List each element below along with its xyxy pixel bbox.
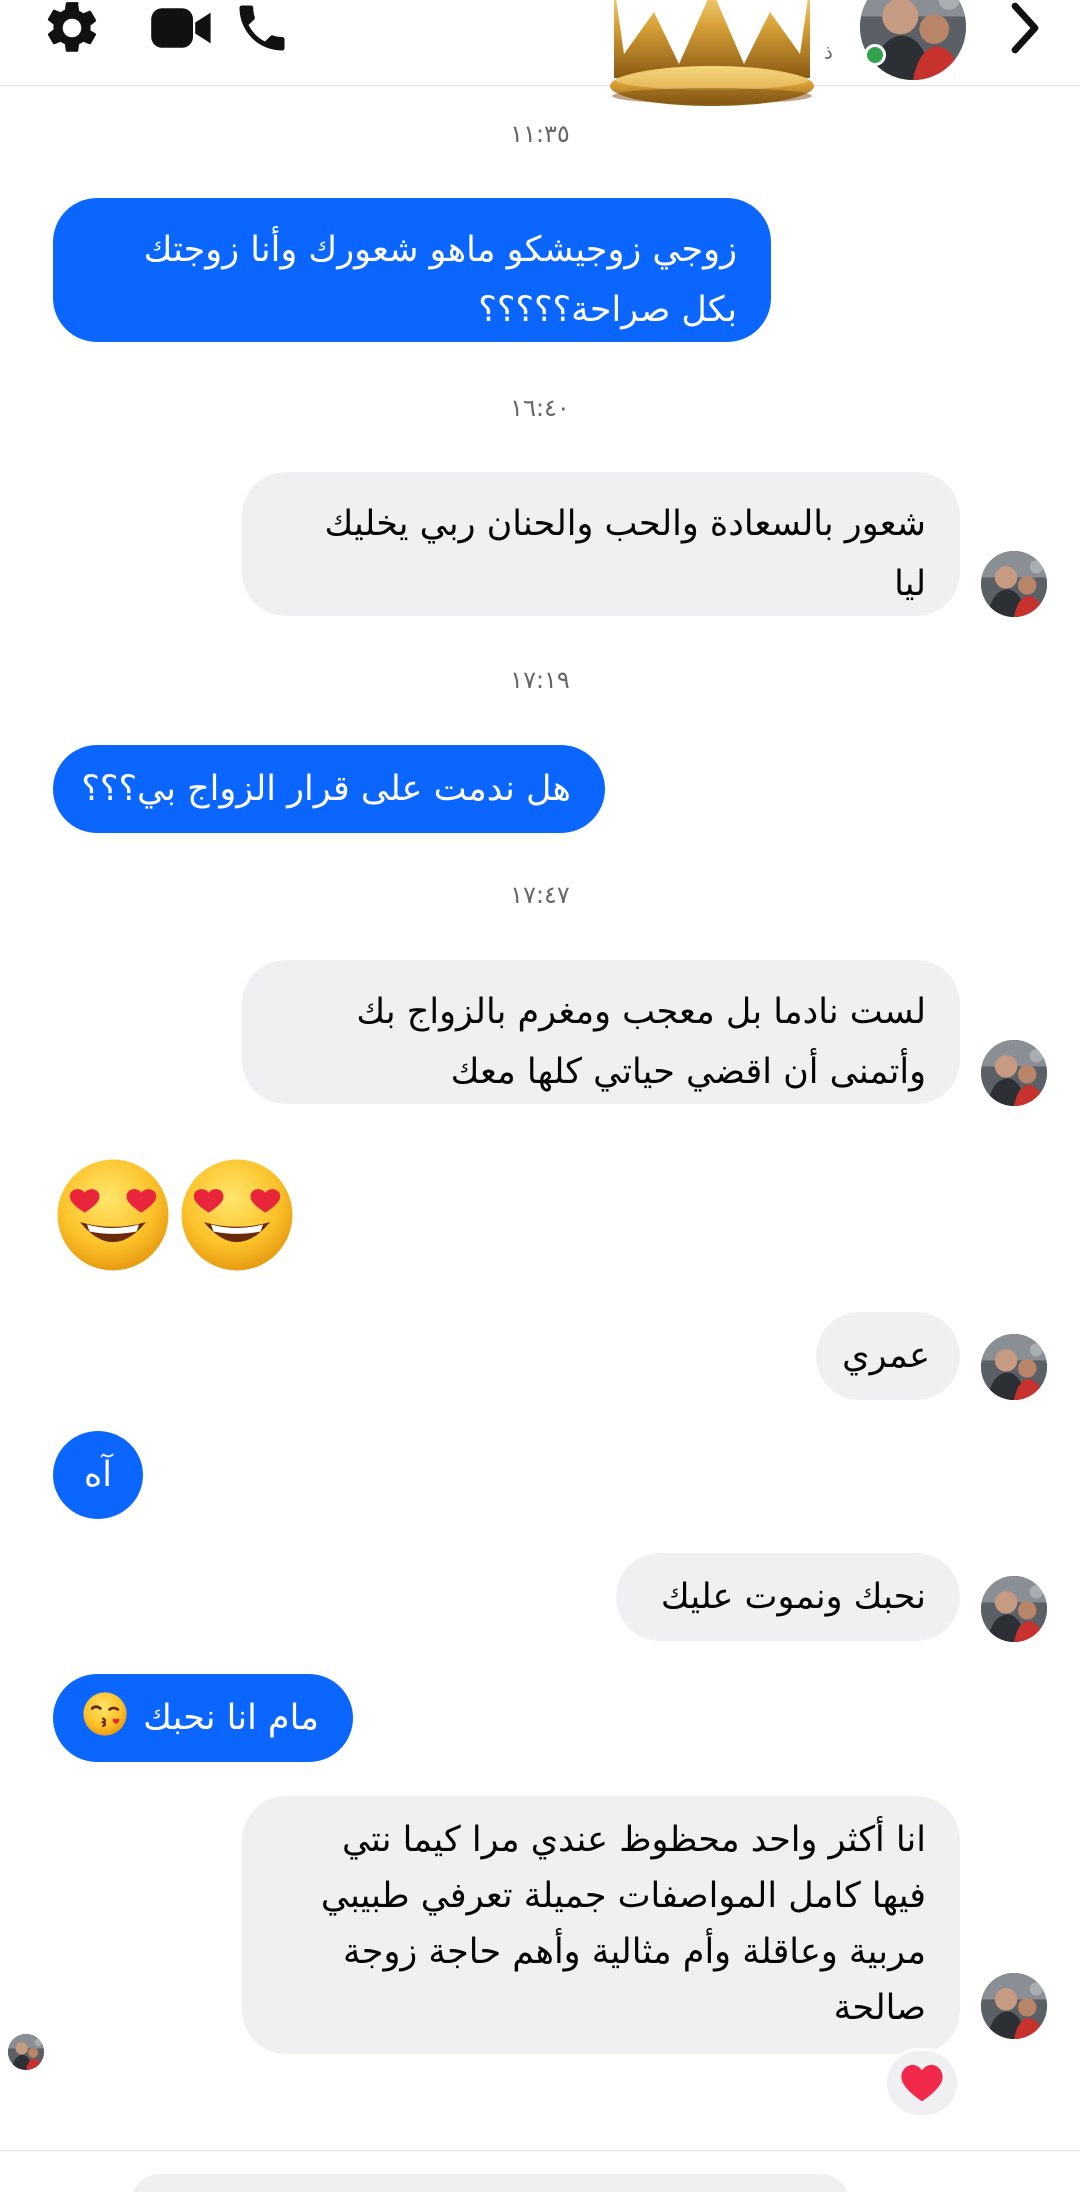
timestamp: ١١:٣٥ [510,120,570,148]
online-status-dot [864,44,886,66]
incoming-message[interactable]: لست نادما بل معجب ومغرم بالزواج بك وأتمن… [242,960,960,1104]
outgoing-message[interactable]: مام انا نحبك [53,1674,353,1762]
back-button[interactable] [990,0,1060,56]
sender-avatar[interactable] [981,1576,1047,1642]
message-input[interactable] [130,2174,850,2192]
seen-avatar [8,2034,44,2070]
outgoing-message[interactable]: زوجي زوجيشكو ماهو شعورك وأنا زوجتك بكل ص… [53,198,771,342]
outgoing-message[interactable]: هل ندمت على قرار الزواج بي؟؟؟ [53,745,605,833]
chevron-right-icon [1011,2,1039,54]
sender-avatar[interactable] [981,1334,1047,1400]
gear-icon [47,2,97,52]
settings-button[interactable] [32,0,112,56]
timestamp: ١٧:٤٧ [510,881,570,909]
timestamp: ١٧:١٩ [510,666,570,694]
contact-name-fragment: ذ [824,40,833,64]
sender-avatar[interactable] [981,1973,1047,2039]
message-line: مام انا نحبك [143,1698,319,1738]
incoming-message[interactable]: شعور بالسعادة والحب والحنان ربي يخليك لي… [242,472,960,616]
message-row: مام انا نحبك [83,1688,319,1748]
video-call-button[interactable] [132,0,232,56]
message-line: مربية وعاقلة وأم مثالية وأهم حاجة زوجة [343,1932,926,1972]
video-camera-icon [151,8,211,48]
crown-sticker [610,0,814,106]
incoming-message[interactable]: انا أكثر واحد محظوظ عندي مرا كيما نتي في… [242,1796,960,2054]
composer-divider [0,2150,1080,2151]
incoming-message[interactable]: عمري [816,1312,960,1400]
message-line: شعور بالسعادة والحب والحنان ربي يخليك [324,504,926,544]
message-line: انا أكثر واحد محظوظ عندي مرا كيما نتي [342,1820,926,1860]
message-line: نحبك ونموت عليك [660,1577,926,1617]
contact-avatar[interactable] [860,0,966,80]
message-line: زوجي زوجيشكو ماهو شعورك وأنا زوجتك [143,230,737,270]
timestamp: ١٦:٤٠ [510,394,570,422]
message-line: لست نادما بل معجب ومغرم بالزواج بك [356,992,926,1032]
message-line: وأتمنى أن اقضي حياتي كلها معك [450,1052,926,1092]
message-line: فيها كامل المواصفات جميلة تعرفي طبيبي [320,1876,926,1916]
chat-header: ذ [0,0,1080,106]
message-line: عمري [842,1336,930,1376]
sender-avatar[interactable] [981,551,1047,617]
message-line: آه [83,1455,113,1495]
sender-avatar[interactable] [981,1040,1047,1106]
message-line: هل ندمت على قرار الزواج بي؟؟؟ [81,769,571,809]
voice-call-button[interactable] [222,0,302,56]
outgoing-message[interactable]: آه [53,1431,143,1519]
red-heart-icon [901,2064,943,2102]
message-line: ليا [894,564,926,604]
heart-eyes-emoji[interactable] [54,1156,172,1274]
kissing-face-emoji [83,1692,127,1736]
incoming-message[interactable]: نحبك ونموت عليك [616,1553,960,1641]
message-reaction[interactable] [884,2048,960,2118]
message-line: بكل صراحة؟؟؟؟؟ [478,290,737,330]
heart-eyes-emoji[interactable] [178,1156,296,1274]
message-line: صالحة [833,1988,926,2028]
phone-icon [239,5,285,51]
